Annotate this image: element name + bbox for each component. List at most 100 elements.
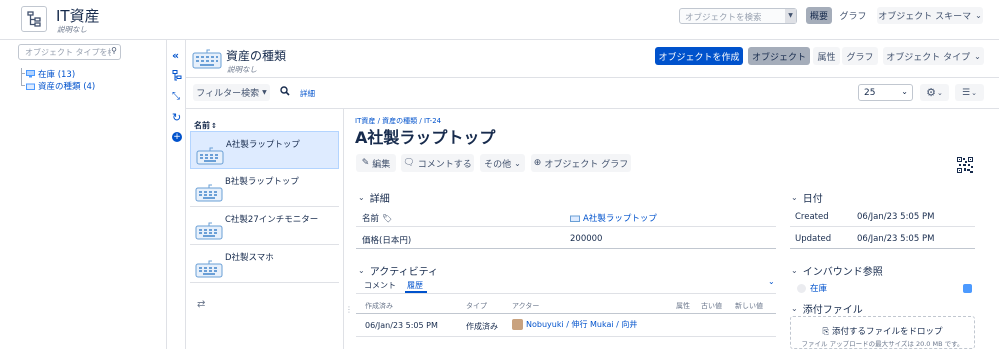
keyboard-icon (570, 215, 580, 222)
list-item[interactable]: B社製ラップトップ (190, 169, 339, 207)
list-item[interactable]: A社製ラップトップ (190, 131, 339, 169)
object-type-subtitle: 説明なし (227, 65, 257, 74)
inbound-section-header[interactable]: ⌄ インバウンド参照 (791, 263, 883, 278)
tab-history[interactable]: 履歴 (407, 280, 423, 291)
search-icon[interactable] (280, 86, 290, 96)
attach-icon: ⎘ (822, 327, 830, 337)
row-divider (356, 336, 776, 337)
hierarchy-icon (27, 11, 41, 27)
schema-menu-button[interactable]: オブジェクト スキーマ ⌄ (877, 7, 983, 24)
chevron-down-icon: ⌄ (974, 51, 981, 61)
list-item[interactable]: C社製27インチモニター (190, 207, 339, 245)
list-sort-label: 名前 (194, 121, 210, 130)
updated-value: 06/Jan/23 5:05 PM (857, 234, 935, 244)
chevron-down-icon: ⌄ (901, 87, 908, 96)
object-search-placeholder: オブジェクトを検索 (685, 13, 762, 23)
col-attribute: 属性 (676, 302, 690, 310)
page-size-select[interactable]: 25 ⌄ (858, 84, 913, 101)
tab-graph[interactable]: グラフ (836, 7, 870, 24)
object-graph-button[interactable]: ⊕ オブジェクト グラフ (531, 154, 631, 172)
actor-link: Nobuyuki / 伸行 Mukai / 向井 (526, 320, 638, 329)
attribute-name-value[interactable]: A社製ラップトップ (570, 212, 657, 224)
attachment-dropzone[interactable]: ⎘ 添付するファイルをドロップ ファイル アップロードの最大サイズは 20.0 … (790, 316, 975, 349)
activity-section-header[interactable]: ⌄ アクティビティ (358, 263, 438, 278)
list-view-icon: ☰ (962, 87, 971, 98)
tabs-divider (356, 293, 776, 294)
edit-label: 編集 (372, 159, 391, 170)
details-heading: 詳細 (369, 194, 390, 205)
resize-handle-icon[interactable]: ⋮ (345, 305, 353, 314)
comment-button[interactable]: 🗨 コメントする (401, 154, 474, 172)
list-sort-header[interactable]: 名前↕ (194, 120, 217, 131)
create-object-button[interactable]: オブジェクトを作成 (655, 47, 743, 65)
search-icon: ⚲ (111, 46, 117, 55)
history-actor[interactable]: Nobuyuki / 伸行 Mukai / 向井 (512, 319, 637, 330)
list-item[interactable]: D社製スマホ (190, 245, 339, 283)
gear-icon: ⚙ (926, 86, 936, 99)
inbound-heading: インバウンド参照 (802, 267, 883, 278)
object-graph-label: オブジェクト グラフ (544, 159, 629, 170)
add-icon[interactable]: + (172, 132, 182, 142)
tag-icon: 🏷 (382, 213, 393, 223)
detail-search-link[interactable]: 詳細 (300, 88, 315, 99)
monitor-icon (26, 70, 35, 78)
tab-type-graph[interactable]: グラフ (842, 47, 878, 65)
dropzone-text: 添付するファイルをドロップ (832, 327, 943, 337)
compress-icon[interactable]: ⤡ (172, 91, 180, 102)
hierarchy-view-icon[interactable] (172, 70, 182, 81)
dropdown-arrow-icon[interactable]: ▼ (785, 9, 796, 23)
chevron-down-icon: ⌄ (791, 304, 798, 313)
sidebar-item-inventory[interactable]: 在庫 (13) (26, 68, 75, 80)
qr-code-icon[interactable] (957, 157, 973, 173)
dates-section-header[interactable]: ⌄ 日付 (791, 190, 823, 205)
tree-connector-h1 (21, 73, 25, 74)
row-divider (356, 226, 776, 227)
edit-button[interactable]: ✎ 編集 (356, 154, 396, 172)
chevron-down-icon: ⌄ (937, 88, 943, 97)
tab-objects[interactable]: オブジェクト (748, 47, 810, 65)
list-refresh-icon[interactable]: ⇄ (197, 299, 205, 310)
list-divider (343, 109, 344, 349)
sidebar-search-input[interactable]: オブジェクト タイプを検索 ⚲ (18, 44, 121, 60)
chevron-down-icon: ⌄ (791, 193, 798, 202)
refresh-icon[interactable]: ↻ (172, 111, 181, 124)
activity-expand-icon[interactable]: ⌄ (768, 277, 775, 286)
app-logo (21, 6, 47, 32)
object-type-menu-button[interactable]: オブジェクト タイプ ⌄ (883, 47, 984, 65)
sidebar-divider (166, 40, 167, 349)
tab-attributes[interactable]: 属性 (813, 47, 840, 65)
chevron-down-icon: ⌄ (975, 11, 982, 20)
keyboard-icon (195, 260, 223, 278)
tree-connector-h2 (21, 85, 25, 86)
tab-overview[interactable]: 概要 (806, 7, 832, 24)
inbound-toggle[interactable] (963, 284, 972, 293)
attribute-key-label: 名前 (362, 214, 380, 224)
collapse-sidebar-icon[interactable]: « (172, 49, 179, 62)
view-mode-button[interactable]: ☰ ⌄ (955, 84, 984, 101)
list-item-label: D社製スマホ (225, 253, 274, 263)
tab-comments[interactable]: コメント (364, 280, 396, 291)
col-type: タイプ (466, 302, 487, 310)
attachments-section-header[interactable]: ⌄ 添付ファイル (791, 301, 863, 316)
created-label: Created (795, 212, 829, 222)
row-divider (790, 248, 975, 249)
page-size-value: 25 (864, 88, 876, 98)
more-button[interactable]: その他 ⌄ (480, 154, 525, 172)
chevron-down-icon: ⌄ (791, 266, 798, 275)
details-section-header[interactable]: ⌄ 詳細 (358, 190, 390, 205)
object-title: A社製ラップトップ (355, 128, 496, 147)
settings-menu-button[interactable]: ⚙ ⌄ (920, 84, 949, 101)
object-search-input[interactable]: オブジェクトを検索 ▼ (679, 8, 797, 24)
comment-label: コメントする (417, 159, 472, 170)
filter-search-button[interactable]: フィルター検索 ▼ (193, 84, 270, 101)
page-subtitle: 説明なし (57, 25, 87, 34)
keyboard-icon (192, 49, 222, 69)
created-value: 06/Jan/23 5:05 PM (857, 212, 935, 222)
sidebar-item-asset-types[interactable]: 資産の種類 (4) (26, 80, 95, 92)
table-header-divider (356, 313, 776, 314)
col-actor: アクター (512, 302, 540, 310)
history-created: 06/Jan/23 5:05 PM (365, 321, 438, 330)
chevron-down-icon: ⌄ (358, 266, 365, 275)
tree-connector (21, 68, 22, 86)
inbound-item[interactable]: 在庫 (797, 282, 827, 294)
